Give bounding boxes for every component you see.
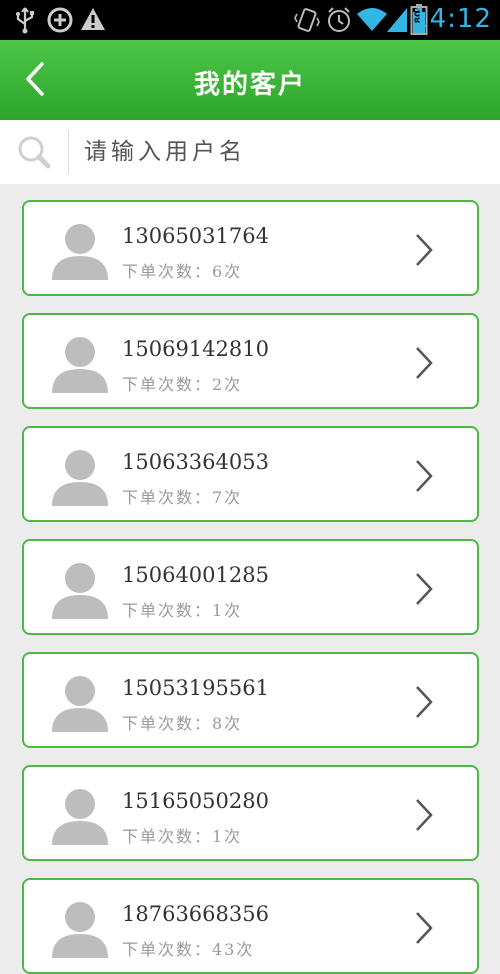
- customer-phone: 18763668356: [122, 902, 269, 926]
- chevron-right-icon: [413, 684, 435, 724]
- status-bar: 80 14:12: [0, 0, 500, 40]
- customer-card[interactable]: 15064001285 下单次数：1次: [22, 539, 479, 635]
- avatar-icon: [52, 448, 108, 510]
- usb-icon: [14, 6, 36, 38]
- customer-card[interactable]: 15069142810 下单次数：2次: [22, 313, 479, 409]
- customer-card[interactable]: 15063364053 下单次数：7次: [22, 426, 479, 522]
- customer-card[interactable]: 15165050280 下单次数：1次: [22, 765, 479, 861]
- customer-phone: 15165050280: [122, 789, 269, 813]
- customer-card[interactable]: 18763668356 下单次数：43次: [22, 878, 479, 974]
- customer-list[interactable]: 13065031764 下单次数：6次 15069142810 下单次数：2次 …: [0, 184, 500, 974]
- customer-phone: 15064001285: [122, 563, 269, 587]
- avatar-icon: [52, 674, 108, 736]
- order-count: 下单次数：8次: [122, 714, 243, 733]
- order-count: 下单次数：1次: [122, 601, 243, 620]
- order-count: 下单次数：43次: [122, 940, 255, 959]
- chevron-right-icon: [413, 910, 435, 950]
- status-time: 14:12: [412, 4, 492, 34]
- customer-card[interactable]: 13065031764 下单次数：6次: [22, 200, 479, 296]
- vibrate-icon: [294, 6, 320, 38]
- order-count: 下单次数：1次: [122, 827, 243, 846]
- order-count: 下单次数：6次: [122, 262, 243, 281]
- chevron-right-icon: [413, 458, 435, 498]
- order-count: 下单次数：2次: [122, 375, 243, 394]
- customer-phone: 13065031764: [122, 224, 269, 248]
- avatar-icon: [52, 561, 108, 623]
- signal-icon: [386, 5, 408, 37]
- chevron-right-icon: [413, 232, 435, 272]
- customer-card[interactable]: 15053195561 下单次数：8次: [22, 652, 479, 748]
- avatar-icon: [52, 900, 108, 962]
- wifi-icon: [356, 5, 388, 37]
- customer-phone: 15063364053: [122, 450, 269, 474]
- search-bar: [0, 120, 500, 184]
- page-title: 我的客户: [193, 70, 306, 100]
- avatar-icon: [52, 787, 108, 849]
- chevron-right-icon: [413, 797, 435, 837]
- chevron-right-icon: [413, 345, 435, 385]
- search-input[interactable]: [84, 132, 464, 172]
- search-divider: [68, 130, 69, 174]
- avatar-icon: [52, 222, 108, 284]
- customer-phone: 15069142810: [122, 337, 269, 361]
- warning-icon: [80, 6, 106, 36]
- customer-phone: 15053195561: [122, 676, 269, 700]
- title-bar: 我的客户: [0, 40, 500, 120]
- order-count: 下单次数：7次: [122, 488, 243, 507]
- chevron-right-icon: [413, 571, 435, 611]
- search-icon[interactable]: [14, 132, 54, 176]
- add-circle-icon: [46, 6, 74, 38]
- avatar-icon: [52, 335, 108, 397]
- alarm-icon: [326, 6, 352, 38]
